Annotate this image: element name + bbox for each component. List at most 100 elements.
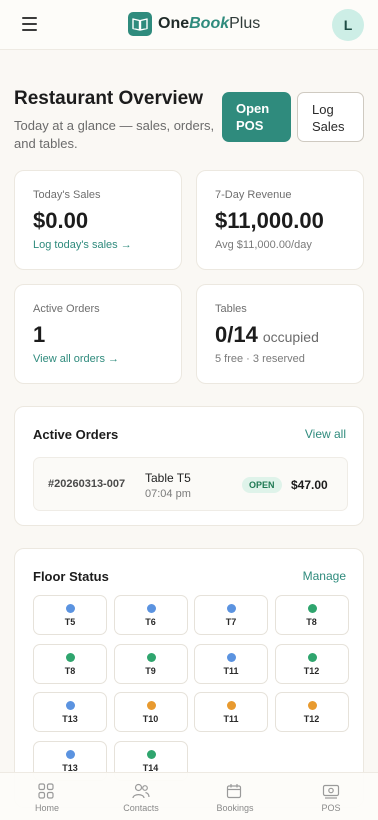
nav-bookings[interactable]: Bookings	[188, 773, 282, 820]
table-status-dot	[227, 652, 236, 662]
nav-home-label: Home	[34, 803, 59, 813]
tables-occupied-count: 0/14	[215, 322, 258, 347]
table-tile[interactable]: T13	[33, 692, 107, 732]
section-title: Active Orders	[33, 427, 119, 442]
table-status-dot	[146, 652, 156, 662]
stat-value: $11,000.00	[215, 208, 324, 233]
table-status-dot	[66, 701, 75, 710]
stat-note: Avg $11,000.00/day	[215, 239, 312, 251]
table-label: T12	[303, 714, 320, 724]
table-status-dot	[227, 604, 236, 613]
register-icon	[322, 784, 340, 799]
avatar[interactable]: L	[332, 9, 364, 41]
order-amount: $47.00	[291, 478, 328, 492]
log-sales-label-1: Log	[312, 102, 334, 117]
table-tile[interactable]: T11	[194, 643, 268, 684]
stat-label: Tables	[215, 303, 247, 315]
brand-book: Book	[189, 15, 230, 32]
table-label: T13	[62, 762, 78, 773]
table-status-dot	[66, 604, 75, 613]
users-icon	[132, 783, 150, 799]
table-label: T8	[64, 665, 76, 676]
stat-note: 5 free · 3 reserved	[215, 353, 305, 365]
page-subtitle: Today at a glance — sales, orders, and t…	[14, 118, 215, 151]
table-status-dot	[146, 604, 156, 613]
table-label: T5	[64, 617, 76, 627]
section-title: Floor Status	[33, 569, 109, 584]
view-all-orders-link[interactable]: View all orders →	[33, 353, 119, 365]
log-sales-label-2: Sales	[312, 119, 345, 134]
stat-label: Today's Sales	[33, 189, 101, 201]
menu-icon[interactable]	[22, 17, 37, 31]
table-status-dot	[307, 604, 317, 613]
log-sales-button[interactable]: Log Sales	[297, 92, 364, 142]
table-status-dot	[146, 701, 156, 710]
table-tile[interactable]: T12	[274, 643, 349, 684]
table-status-dot	[66, 749, 75, 759]
grid-icon	[38, 783, 54, 799]
stat-value: 0/14 occupied	[215, 322, 319, 348]
tables-card: Tables 0/14 occupied 5 free · 3 reserved	[196, 284, 364, 384]
table-tile[interactable]: T7	[194, 595, 268, 635]
table-label: T7	[225, 617, 237, 627]
stat-value: 1	[33, 322, 46, 347]
view-all-link[interactable]: View all	[305, 427, 346, 441]
brand-one: One	[158, 15, 190, 32]
today-sales-card: Today's Sales $0.00 Log today's sales →	[14, 170, 182, 270]
table-tile[interactable]: T12	[274, 692, 349, 732]
nav-contacts-label: Contacts	[123, 803, 159, 813]
open-pos-button[interactable]: Open POS	[222, 92, 291, 142]
page-header: Restaurant Overview Today at a glance — …	[14, 88, 364, 153]
active-orders-section: Active Orders View all #20260313-007 Tab…	[14, 406, 364, 526]
nav-home[interactable]: Home	[0, 773, 94, 820]
table-status-dot	[307, 701, 317, 710]
bottom-nav: Home Contacts Bookings POS	[0, 772, 378, 820]
table-label: T10	[142, 714, 159, 724]
table-status-dot	[307, 652, 317, 662]
table-label: T8	[306, 617, 317, 627]
table-label: T11	[223, 714, 239, 724]
table-tile[interactable]: T6	[113, 595, 188, 635]
table-status-dot	[146, 749, 156, 759]
table-status-dot	[227, 701, 236, 710]
order-row[interactable]: #20260313-007 Table T5 07:04 pm OPEN $47…	[33, 457, 348, 511]
table-label: T14	[142, 762, 159, 773]
manage-link[interactable]: Manage	[303, 569, 346, 583]
table-tile[interactable]: T9	[113, 643, 188, 684]
nav-contacts[interactable]: Contacts	[94, 773, 188, 820]
table-status-dot	[66, 652, 75, 662]
order-table: Table T5	[145, 471, 191, 485]
table-label: T9	[145, 665, 156, 676]
table-label: T13	[62, 714, 78, 724]
table-tile[interactable]: T10	[113, 692, 188, 732]
active-orders-card: Active Orders 1 View all orders →	[14, 284, 182, 384]
open-pos-label-1: Open	[236, 101, 270, 116]
top-bar: OneBookPlus L	[0, 0, 378, 50]
table-tile[interactable]: T8	[274, 595, 349, 635]
log-today-sales-link[interactable]: Log today's sales →	[33, 239, 132, 251]
nav-pos-label: POS	[321, 803, 341, 813]
brand-name: OneBookPlus	[158, 15, 260, 33]
floor-status-section: Floor Status Manage T5 T6 T7 T8 T8 T9 T11 T12 T1…	[14, 548, 364, 808]
table-label: T11	[223, 665, 239, 676]
revenue-7d-card: 7-Day Revenue $11,000.00 Avg $11,000.00/…	[196, 170, 364, 270]
table-tile[interactable]: T11	[194, 692, 268, 732]
open-pos-label-2: POS	[236, 118, 264, 133]
nav-bookings-label: Bookings	[216, 803, 254, 813]
order-id: #20260313-007	[48, 478, 126, 490]
table-tile[interactable]: T8	[33, 643, 107, 684]
calendar-icon	[226, 784, 242, 799]
table-label: T12	[303, 665, 320, 676]
table-label: T6	[145, 617, 156, 627]
stat-label: Active Orders	[33, 303, 100, 315]
stat-value: $0.00	[33, 208, 89, 233]
table-tile[interactable]: T5	[33, 595, 107, 635]
book-icon	[128, 12, 152, 36]
stat-label: 7-Day Revenue	[215, 189, 292, 201]
status-badge: OPEN	[242, 477, 282, 493]
order-time: 07:04 pm	[145, 488, 191, 500]
app-logo[interactable]: OneBookPlus	[128, 12, 260, 36]
nav-pos[interactable]: POS	[284, 773, 378, 820]
brand-plus: Plus	[229, 15, 261, 32]
tables-unit: occupied	[262, 329, 319, 345]
